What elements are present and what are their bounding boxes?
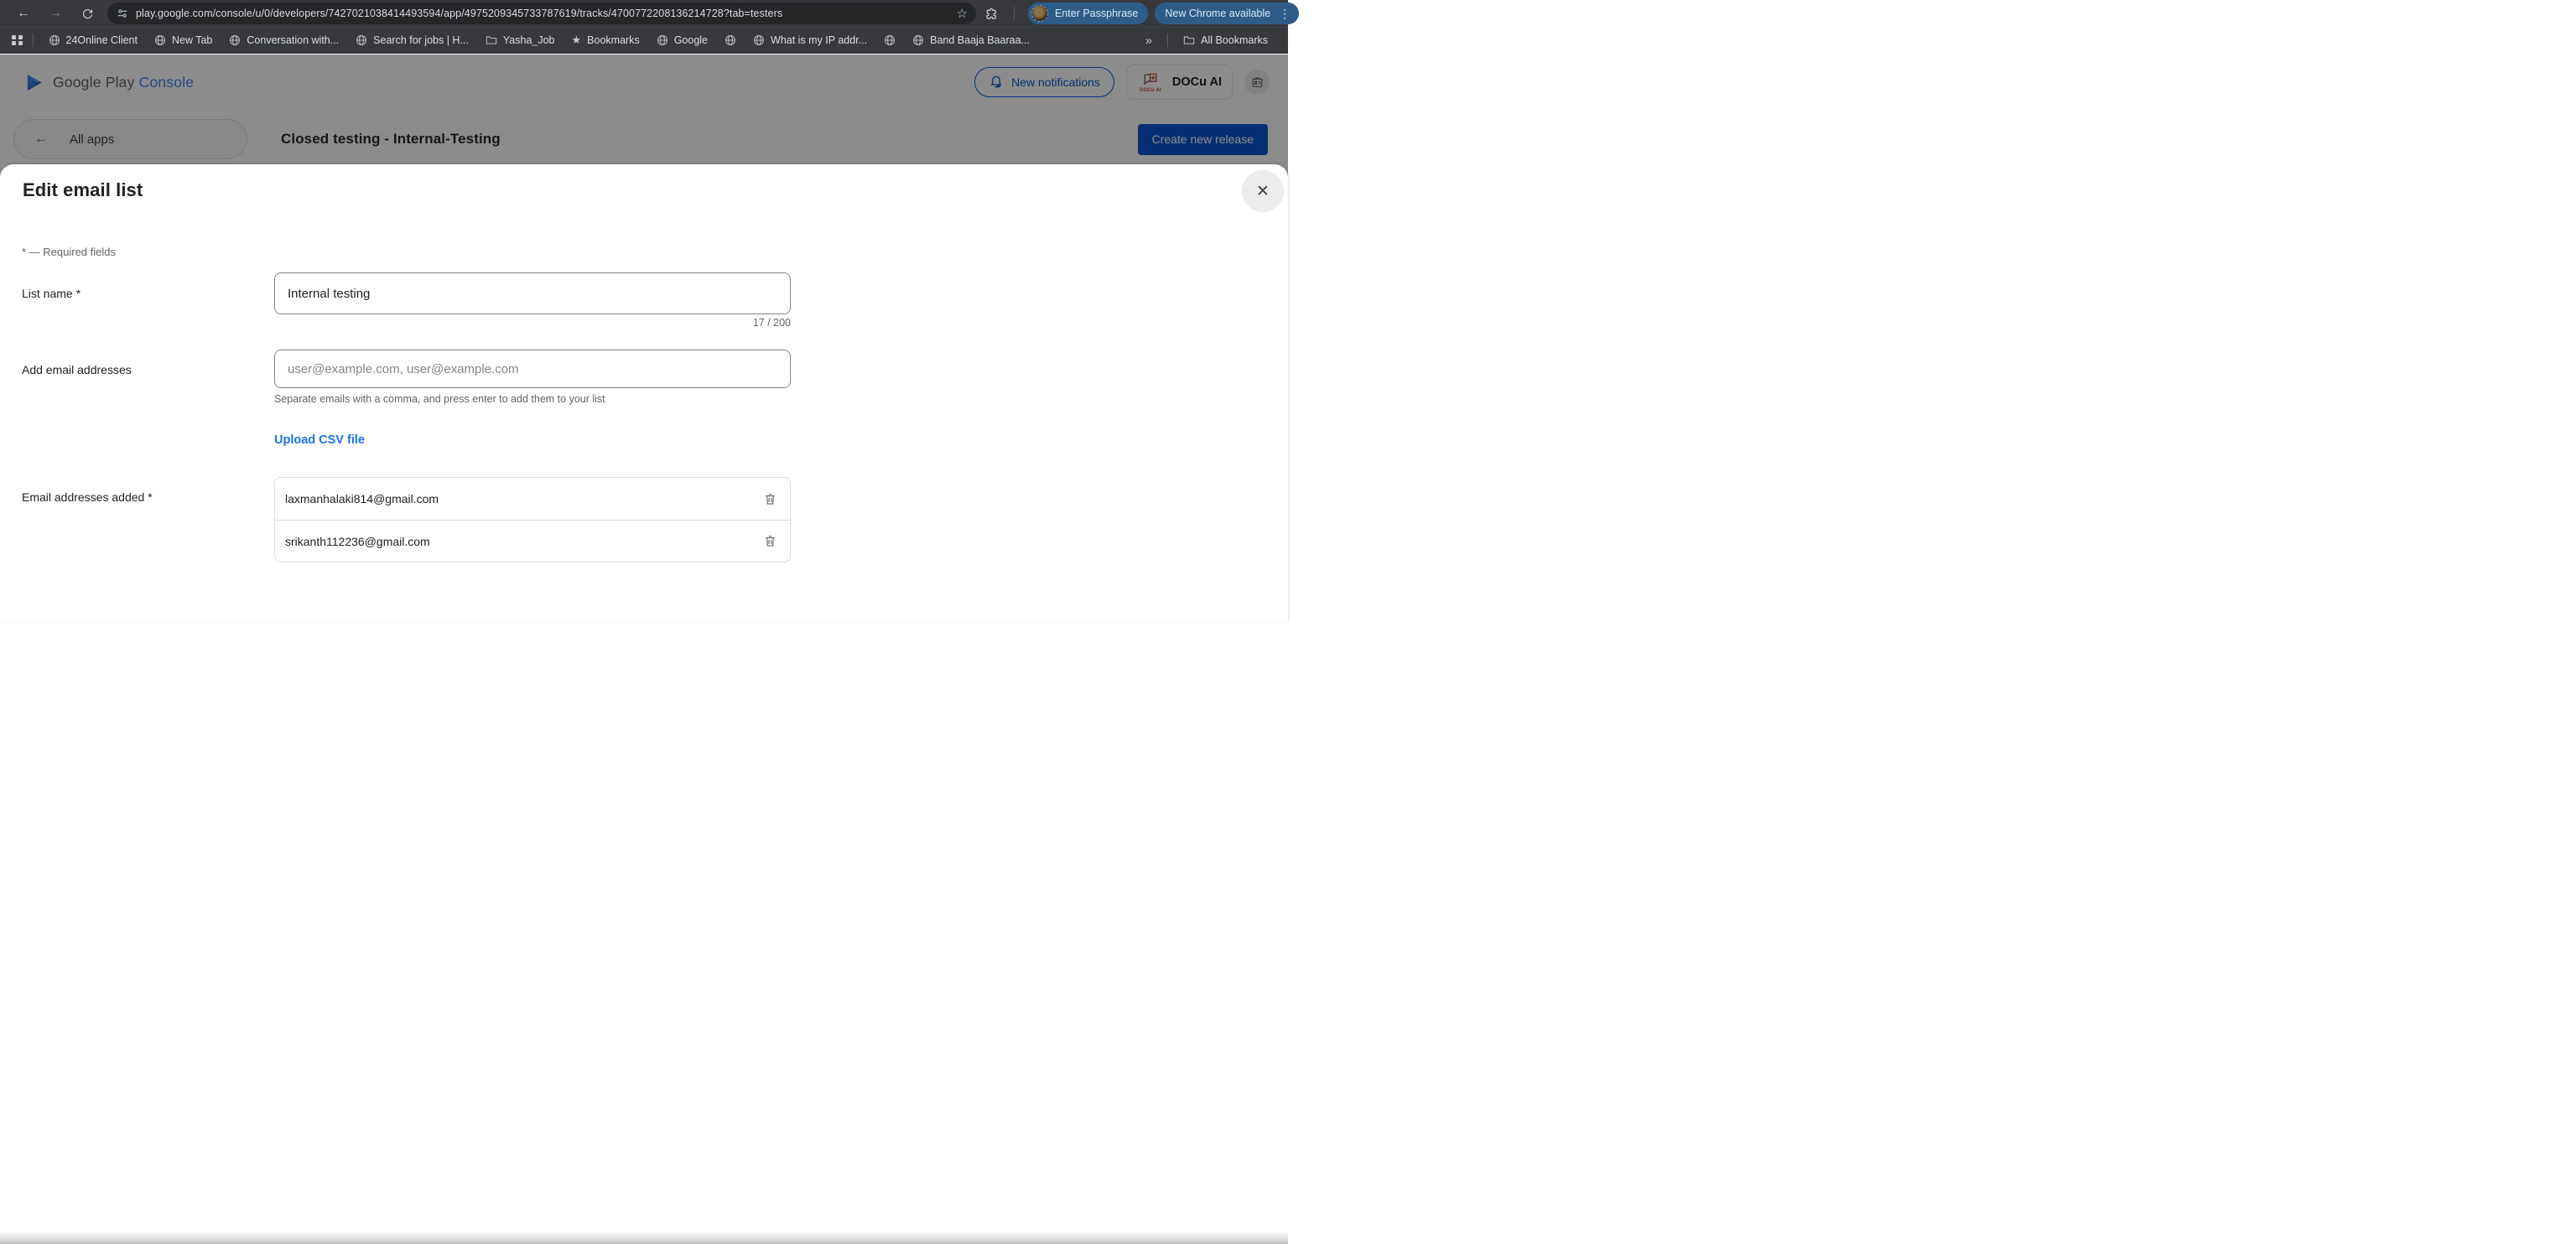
new-chrome-label: New Chrome available [1165,8,1270,19]
bookmark-star-icon[interactable]: ☆ [957,6,968,21]
globe-icon [912,34,924,46]
globe-icon [724,34,736,46]
bookmark-label: 24Online Client [66,34,138,46]
close-button[interactable]: ✕ [1242,170,1284,212]
apps-grid-icon[interactable] [12,35,23,46]
close-icon: ✕ [1256,182,1270,201]
add-email-addresses-label: Add email addresses [22,363,132,376]
trash-icon [763,534,777,548]
bookmark-label: Conversation with... [247,34,339,46]
site-settings-icon[interactable] [117,8,128,19]
email-row: laxmanhalaki814@gmail.com [275,478,790,520]
bookmark-new-tab[interactable]: New Tab [154,34,212,46]
globe-icon [49,34,60,46]
bookmark-label: Bookmarks [587,34,640,46]
bookmark-band-baaja[interactable]: Band Baaja Baaraa... [912,34,1030,46]
url-bar[interactable]: play.google.com/console/u/0/developers/7… [107,3,976,24]
required-fields-note: * — Required fields [22,246,116,258]
toolbar-separator [1014,7,1015,20]
bookmarks-separator-2 [1167,34,1168,47]
globe-icon [154,34,166,46]
enter-passphrase-label: Enter Passphrase [1055,8,1138,19]
extensions-icon[interactable] [984,7,999,21]
add-email-input[interactable] [274,350,791,388]
bookmark-folder-yasha-job[interactable]: Yasha_Job [486,34,555,46]
forward-icon[interactable]: → [45,7,65,20]
bookmark-label: Band Baaja Baaraa... [930,34,1030,46]
bookmark-google[interactable]: Google [657,34,708,46]
bookmarks-bar: 24Online Client New Tab Conversation wit… [0,27,1288,54]
modal-title: Edit email list [23,179,143,201]
list-name-input[interactable] [274,272,791,314]
profile-avatar [1031,5,1048,22]
globe-icon [229,34,241,46]
refresh-icon[interactable] [77,8,97,20]
enter-passphrase-button[interactable]: Enter Passphrase [1028,3,1148,24]
bookmark-unnamed-1[interactable] [724,34,736,46]
bookmarks-overflow-icon[interactable]: » [1145,34,1152,48]
bookmark-label: New Tab [172,34,212,46]
globe-icon [356,34,367,46]
folder-icon [486,34,497,46]
char-counter: 17 / 200 [274,317,791,329]
folder-icon [1183,34,1195,46]
new-chrome-available-button[interactable]: New Chrome available ⋮ [1155,3,1299,24]
email-row: srikanth112236@gmail.com [275,520,790,562]
email-address: laxmanhalaki814@gmail.com [285,492,439,505]
bookmark-what-is-my-ip[interactable]: What is my IP addr... [753,34,867,46]
globe-icon [753,34,765,46]
bookmark-conversation[interactable]: Conversation with... [229,34,339,46]
delete-email-button[interactable] [761,490,779,508]
all-bookmarks-button[interactable]: All Bookmarks [1183,34,1268,46]
browser-toolbar: ← → play.google.com/console/u/0/develope… [0,0,1288,27]
email-list: laxmanhalaki814@gmail.com srikanth112236… [274,477,791,562]
bookmark-search-jobs[interactable]: Search for jobs | H... [356,34,469,46]
bookmark-unnamed-2[interactable] [884,34,896,46]
globe-icon [884,34,896,46]
list-name-label: List name * [22,287,80,300]
bookmark-label: Yasha_Job [503,34,555,46]
bookmark-24online-client[interactable]: 24Online Client [49,34,138,46]
all-bookmarks-label: All Bookmarks [1201,34,1268,46]
globe-icon [657,34,668,46]
email-address: srikanth112236@gmail.com [285,535,430,548]
bookmark-bookmarks[interactable]: ★ Bookmarks [572,34,640,47]
bookmark-label: What is my IP addr... [771,34,867,46]
delete-email-button[interactable] [761,532,779,550]
browser-menu-icon[interactable]: ⋮ [1279,7,1291,21]
bookmarks-separator [33,34,34,47]
bookmark-label: Google [674,34,708,46]
email-addresses-added-label: Email addresses added * [22,490,153,504]
trash-icon [763,492,777,506]
bookmark-label: Search for jobs | H... [373,34,469,46]
bottom-scroll-shadow [0,1231,1288,1244]
back-icon[interactable]: ← [13,7,34,20]
url-text: play.google.com/console/u/0/developers/7… [136,8,950,19]
star-icon: ★ [572,34,582,47]
email-helper-text: Separate emails with a comma, and press … [274,393,605,405]
upload-csv-link[interactable]: Upload CSV file [274,433,365,447]
